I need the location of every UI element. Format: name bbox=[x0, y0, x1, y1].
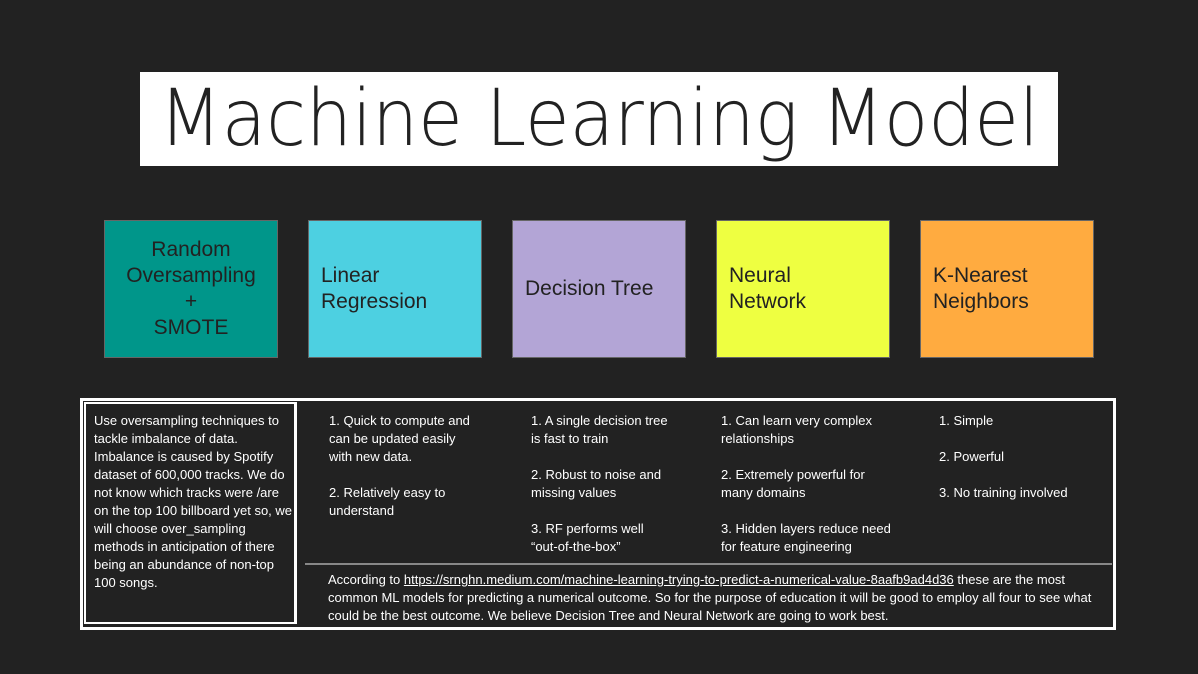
decision-tree-pros: 1. A single decision tree is fast to tra… bbox=[531, 413, 668, 554]
divider bbox=[305, 563, 1112, 565]
card-label: Linear Regression bbox=[321, 264, 428, 313]
linear-regression-pros: 1. Quick to compute and can be updated e… bbox=[329, 413, 470, 518]
card-knn: K-Nearest Neighbors bbox=[920, 220, 1094, 358]
slide-title: Machine Learning Model bbox=[140, 72, 1058, 166]
card-linear-regression: Linear Regression bbox=[308, 220, 482, 358]
card-label: Random Oversampling + SMOTE bbox=[126, 238, 256, 339]
knn-pros: 1. Simple 2. Powerful 3. No training inv… bbox=[939, 413, 1068, 500]
source-link[interactable]: https://srnghn.medium.com/machine-learni… bbox=[404, 572, 954, 587]
card-label: K-Nearest Neighbors bbox=[933, 264, 1029, 313]
card-label: Neural Network bbox=[729, 264, 807, 313]
neural-network-pros: 1. Can learn very complex relationships … bbox=[721, 413, 891, 554]
oversampling-note: Use oversampling techniques to tackle im… bbox=[94, 413, 293, 590]
card-random-oversampling: Random Oversampling + SMOTE bbox=[104, 220, 278, 358]
card-label: Decision Tree bbox=[525, 277, 654, 300]
title-text: Machine Learning Model bbox=[159, 74, 1039, 164]
footer-text: According to https://srnghn.medium.com/m… bbox=[328, 571, 1103, 625]
footer-prefix: According to bbox=[328, 572, 404, 587]
card-neural-network: Neural Network bbox=[716, 220, 890, 358]
card-decision-tree: Decision Tree bbox=[512, 220, 686, 358]
